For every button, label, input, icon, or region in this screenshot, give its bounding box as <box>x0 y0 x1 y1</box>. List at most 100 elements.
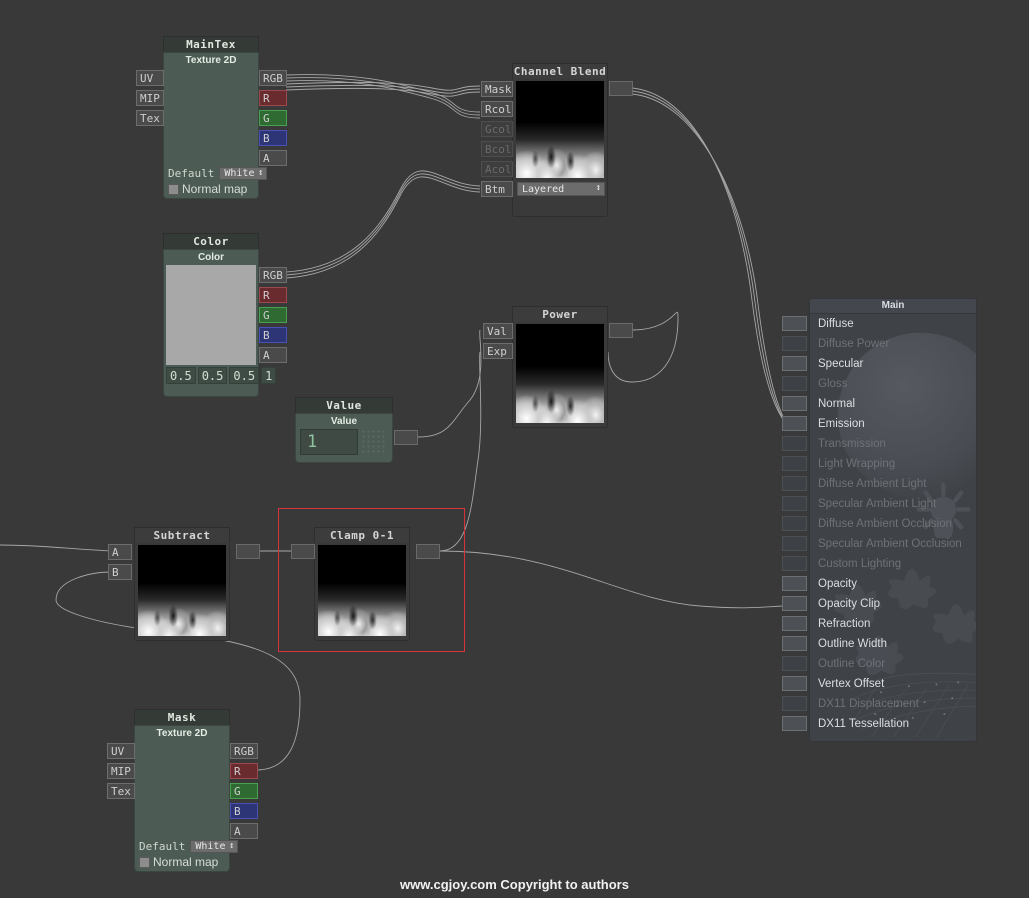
main-slot-opacity[interactable] <box>782 576 807 591</box>
port-maintex-in-mip[interactable]: MIP <box>136 90 164 106</box>
main-slot-specular-ambient-occlusion[interactable] <box>782 536 807 551</box>
port-clamp-in[interactable] <box>291 544 315 559</box>
port-mask-out-b[interactable]: B <box>230 803 258 819</box>
channel-blend-mode-dropdown[interactable]: Layered ↕ <box>517 182 605 196</box>
main-row-specular[interactable]: Specular <box>810 354 976 374</box>
port-mask-in-mip[interactable]: MIP <box>107 763 135 779</box>
main-slot-gloss[interactable] <box>782 376 807 391</box>
port-subtract-in-a[interactable]: A <box>108 544 132 560</box>
node-color[interactable]: Color Color 0.5 0.5 0.5 1 <box>163 233 277 397</box>
main-row-diffuse[interactable]: Diffuse <box>810 314 976 334</box>
port-channelblend-in-bcol[interactable]: Bcol <box>481 141 513 157</box>
port-mask-out-g[interactable]: G <box>230 783 258 799</box>
port-color-out-rgb[interactable]: RGB <box>259 267 287 283</box>
node-power[interactable]: Power <box>512 306 608 428</box>
port-maintex-out-b[interactable]: B <box>259 130 287 146</box>
main-slot-outline-color[interactable] <box>782 656 807 671</box>
port-clamp-out[interactable] <box>416 544 440 559</box>
port-maintex-in-tex[interactable]: Tex <box>136 110 164 126</box>
port-power-in-exp[interactable]: Exp <box>483 343 513 359</box>
port-channelblend-in-gcol[interactable]: Gcol <box>481 121 513 137</box>
main-slot-diffuse-ambient-occlusion[interactable] <box>782 516 807 531</box>
port-channelblend-out[interactable] <box>609 81 633 96</box>
port-power-out[interactable] <box>609 323 633 338</box>
main-row-diffuse-ambient-light[interactable]: Diffuse Ambient Light <box>810 474 976 494</box>
port-maintex-out-r[interactable]: R <box>259 90 287 106</box>
main-slot-refraction[interactable] <box>782 616 807 631</box>
color-value-r[interactable]: 0.5 <box>166 367 196 384</box>
main-slot-opacity-clip[interactable] <box>782 596 807 611</box>
main-row-dx11-tessellation[interactable]: DX11 Tessellation <box>810 714 976 734</box>
port-color-out-r[interactable]: R <box>259 287 287 303</box>
main-row-diffuse-power[interactable]: Diffuse Power <box>810 334 976 354</box>
port-power-in-val[interactable]: Val <box>483 323 513 339</box>
main-row-vertex-offset[interactable]: Vertex Offset <box>810 674 976 694</box>
color-value-fields[interactable]: 0.5 0.5 0.5 1 <box>164 365 277 386</box>
color-swatch[interactable] <box>166 265 256 365</box>
maintex-default-dropdown[interactable]: White ↕ <box>219 167 268 180</box>
main-slot-diffuse-power[interactable] <box>782 336 807 351</box>
port-mask-out-r[interactable]: R <box>230 763 258 779</box>
node-channel-blend[interactable]: Channel Blend Layered ↕ <box>512 63 608 217</box>
port-channelblend-in-btm[interactable]: Btm <box>481 181 513 197</box>
main-row-outline-color[interactable]: Outline Color <box>810 654 976 674</box>
port-color-out-a[interactable]: A <box>259 347 287 363</box>
mask-default-dropdown[interactable]: White ↕ <box>190 840 239 853</box>
port-mask-in-uv[interactable]: UV <box>107 743 135 759</box>
value-input-field[interactable]: 1 <box>300 429 358 455</box>
main-slot-dx11-displacement[interactable] <box>782 696 807 711</box>
node-value[interactable]: Value Value 1 <box>295 397 393 463</box>
port-channelblend-in-acol[interactable]: Acol <box>481 161 513 177</box>
color-value-a[interactable]: 1 <box>261 367 277 384</box>
port-maintex-out-a[interactable]: A <box>259 150 287 166</box>
node-subtract[interactable]: Subtract <box>134 527 230 641</box>
main-row-emission[interactable]: Emission <box>810 414 976 434</box>
node-mask[interactable]: Mask Texture 2D Default White ↕ Normal m… <box>134 709 239 872</box>
port-mask-out-rgb[interactable]: RGB <box>230 743 258 759</box>
port-channelblend-in-mask[interactable]: Mask <box>481 81 513 97</box>
main-slot-diffuse[interactable] <box>782 316 807 331</box>
main-slot-light-wrapping[interactable] <box>782 456 807 471</box>
main-slot-specular[interactable] <box>782 356 807 371</box>
color-value-b[interactable]: 0.5 <box>229 367 260 384</box>
maintex-normalmap-checkbox[interactable] <box>168 183 179 195</box>
node-maintex[interactable]: MainTex Texture 2D Default White ↕ Norma… <box>163 36 268 199</box>
main-row-outline-width[interactable]: Outline Width <box>810 634 976 654</box>
main-slot-transmission[interactable] <box>782 436 807 451</box>
main-row-specular-ambient-occlusion[interactable]: Specular Ambient Occlusion <box>810 534 976 554</box>
port-maintex-in-uv[interactable]: UV <box>136 70 164 86</box>
port-value-out[interactable] <box>394 430 418 445</box>
port-mask-out-a[interactable]: A <box>230 823 258 839</box>
main-row-normal[interactable]: Normal <box>810 394 976 414</box>
main-slot-diffuse-ambient-light[interactable] <box>782 476 807 491</box>
node-graph-canvas[interactable]: MainTex Texture 2D Default White ↕ Norma… <box>0 0 1029 898</box>
main-row-custom-lighting[interactable]: Custom Lighting <box>810 554 976 574</box>
main-row-refraction[interactable]: Refraction <box>810 614 976 634</box>
port-maintex-out-rgb[interactable]: RGB <box>259 70 287 86</box>
port-color-out-g[interactable]: G <box>259 307 287 323</box>
main-row-transmission[interactable]: Transmission <box>810 434 976 454</box>
port-channelblend-in-rcol[interactable]: Rcol <box>481 101 513 117</box>
port-mask-in-tex[interactable]: Tex <box>107 783 135 799</box>
main-slot-emission[interactable] <box>782 416 807 431</box>
main-row-specular-ambient-light[interactable]: Specular Ambient Light <box>810 494 976 514</box>
mask-normalmap-checkbox[interactable] <box>139 856 150 868</box>
port-subtract-out[interactable] <box>236 544 260 559</box>
node-clamp[interactable]: Clamp 0-1 <box>314 527 410 641</box>
port-maintex-out-g[interactable]: G <box>259 110 287 126</box>
main-slot-outline-width[interactable] <box>782 636 807 651</box>
port-subtract-in-b[interactable]: B <box>108 564 132 580</box>
main-row-diffuse-ambient-occlusion[interactable]: Diffuse Ambient Occlusion <box>810 514 976 534</box>
color-value-g[interactable]: 0.5 <box>197 367 228 384</box>
main-row-opacity[interactable]: Opacity <box>810 574 976 594</box>
main-slot-specular-ambient-light[interactable] <box>782 496 807 511</box>
main-row-light-wrapping[interactable]: Light Wrapping <box>810 454 976 474</box>
main-row-opacity-clip[interactable]: Opacity Clip <box>810 594 976 614</box>
main-row-dx11-displacement[interactable]: DX11 Displacement <box>810 694 976 714</box>
port-color-out-b[interactable]: B <box>259 327 287 343</box>
main-slot-dx11-tessellation[interactable] <box>782 716 807 731</box>
main-slot-normal[interactable] <box>782 396 807 411</box>
main-row-gloss[interactable]: Gloss <box>810 374 976 394</box>
main-slot-vertex-offset[interactable] <box>782 676 807 691</box>
main-slot-custom-lighting[interactable] <box>782 556 807 571</box>
